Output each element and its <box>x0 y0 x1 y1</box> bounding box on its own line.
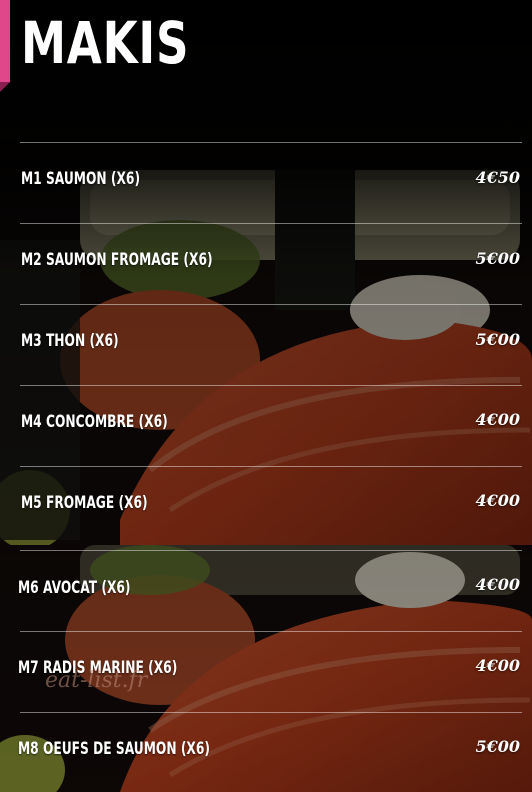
menu-item-price: 4€00 <box>475 575 520 594</box>
divider <box>20 631 522 632</box>
menu-item-name: M3 THON (X6) <box>21 331 119 351</box>
menu-item-name: M2 SAUMON FROMAGE (X6) <box>21 250 213 270</box>
divider <box>20 550 522 551</box>
divider <box>20 385 522 386</box>
menu-item-name: M8 OEUFS DE SAUMON (X6) <box>18 739 210 759</box>
menu-item-price: 4€00 <box>475 656 520 675</box>
watermark: eat-list.fr <box>45 668 148 693</box>
menu-item-price: 4€00 <box>475 491 520 510</box>
menu-item-price: 4€00 <box>475 410 520 429</box>
menu-item-price: 4€50 <box>475 168 520 187</box>
divider <box>20 304 522 305</box>
menu-item-price: 5€00 <box>475 737 520 756</box>
menu-item-name: M1 SAUMON (X6) <box>21 169 141 189</box>
menu-item-price: 5€00 <box>475 249 520 268</box>
divider <box>20 142 522 143</box>
menu-item-name: M4 CONCOMBRE (X6) <box>21 412 168 432</box>
divider <box>20 466 522 467</box>
divider <box>20 712 522 713</box>
divider <box>20 223 522 224</box>
menu-item-price: 5€00 <box>475 330 520 349</box>
menu-item-name: M5 FROMAGE (X6) <box>21 493 148 513</box>
menu-item-name: M6 AVOCAT (X6) <box>18 578 131 598</box>
